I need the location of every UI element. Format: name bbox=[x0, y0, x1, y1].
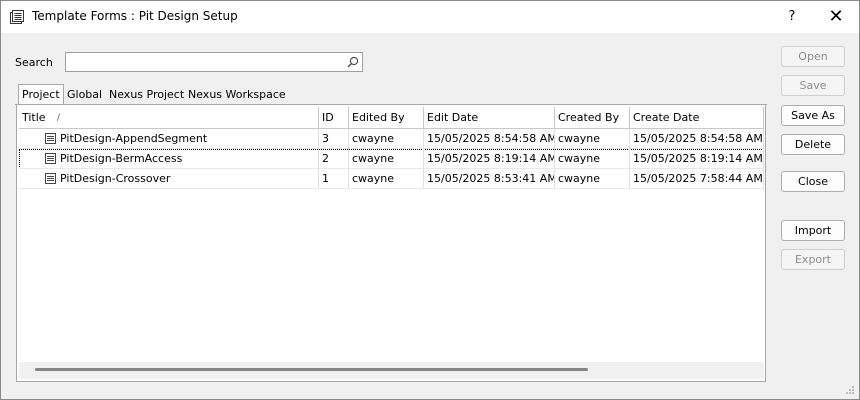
cell-create-date: 15/05/2025 8:54:58 AM bbox=[630, 129, 764, 149]
column-header-created-by[interactable]: Created By bbox=[555, 107, 630, 129]
cell-edit-date: 15/05/2025 8:54:58 AM bbox=[424, 129, 555, 149]
title-bar: Template Forms : Pit Design Setup ? ✕ bbox=[1, 1, 859, 33]
cell-title: PitDesign-Crossover bbox=[19, 169, 319, 189]
help-button[interactable]: ? bbox=[779, 5, 805, 29]
column-header-title[interactable]: Title / bbox=[19, 107, 319, 129]
cell-create-date: 15/05/2025 8:19:14 AM bbox=[630, 149, 764, 169]
table-row[interactable]: PitDesign-Crossover 1 cwayne 15/05/2025 … bbox=[19, 169, 764, 189]
save-button[interactable]: Save bbox=[781, 75, 845, 96]
cell-created-by: cwayne bbox=[555, 129, 630, 149]
save-as-button[interactable]: Save As bbox=[781, 105, 845, 126]
tab-global[interactable]: Global bbox=[64, 86, 105, 104]
grid-body: Title / ID Edited By Edit Date Created B… bbox=[19, 107, 764, 362]
column-header-title-label: Title bbox=[22, 111, 46, 124]
cell-edit-date: 15/05/2025 8:53:41 AM bbox=[424, 169, 555, 189]
column-header-id[interactable]: ID bbox=[319, 107, 349, 129]
templates-grid: Title / ID Edited By Edit Date Created B… bbox=[16, 105, 766, 382]
export-button[interactable]: Export bbox=[781, 249, 845, 270]
table-row[interactable]: PitDesign-BermAccess 2 cwayne 15/05/2025… bbox=[19, 149, 764, 169]
cell-edit-date: 15/05/2025 8:19:14 AM bbox=[424, 149, 555, 169]
sort-indicator-icon: / bbox=[57, 113, 61, 123]
window-title: Template Forms : Pit Design Setup bbox=[32, 9, 238, 23]
column-header-create-date[interactable]: Create Date bbox=[630, 107, 764, 129]
column-header-edit-date[interactable]: Edit Date bbox=[424, 107, 555, 129]
close-window-button[interactable]: ✕ bbox=[823, 5, 849, 29]
delete-button[interactable]: Delete bbox=[781, 134, 845, 155]
resize-grip-icon[interactable] bbox=[843, 383, 855, 395]
column-header-edited-by[interactable]: Edited By bbox=[349, 107, 424, 129]
scrollbar-thumb[interactable] bbox=[35, 368, 588, 371]
cell-title: PitDesign-BermAccess bbox=[19, 149, 319, 169]
search-icon[interactable] bbox=[346, 55, 360, 69]
tab-nexus-project[interactable]: Nexus Project bbox=[106, 86, 187, 104]
cell-edited-by: cwayne bbox=[349, 169, 424, 189]
search-input[interactable] bbox=[65, 52, 363, 72]
cell-created-by: cwayne bbox=[555, 169, 630, 189]
tab-nexus-workspace[interactable]: Nexus Workspace bbox=[185, 86, 289, 104]
cell-id: 1 bbox=[319, 169, 349, 189]
cell-edited-by: cwayne bbox=[349, 149, 424, 169]
search-label: Search bbox=[15, 56, 53, 69]
open-button[interactable]: Open bbox=[781, 46, 845, 67]
cell-id: 2 bbox=[319, 149, 349, 169]
tab-project[interactable]: Project bbox=[18, 84, 64, 105]
import-button[interactable]: Import bbox=[781, 220, 845, 241]
cell-create-date: 15/05/2025 7:58:44 AM bbox=[630, 169, 764, 189]
cell-edited-by: cwayne bbox=[349, 129, 424, 149]
table-row[interactable]: PitDesign-AppendSegment 3 cwayne 15/05/2… bbox=[19, 129, 764, 149]
horizontal-scrollbar[interactable] bbox=[19, 362, 764, 379]
cell-id: 3 bbox=[319, 129, 349, 149]
cell-created-by: cwayne bbox=[555, 149, 630, 169]
template-forms-dialog: Template Forms : Pit Design Setup ? ✕ Se… bbox=[0, 0, 860, 400]
form-window-icon bbox=[10, 10, 24, 24]
close-button[interactable]: Close bbox=[781, 171, 845, 192]
cell-title: PitDesign-AppendSegment bbox=[19, 129, 319, 149]
